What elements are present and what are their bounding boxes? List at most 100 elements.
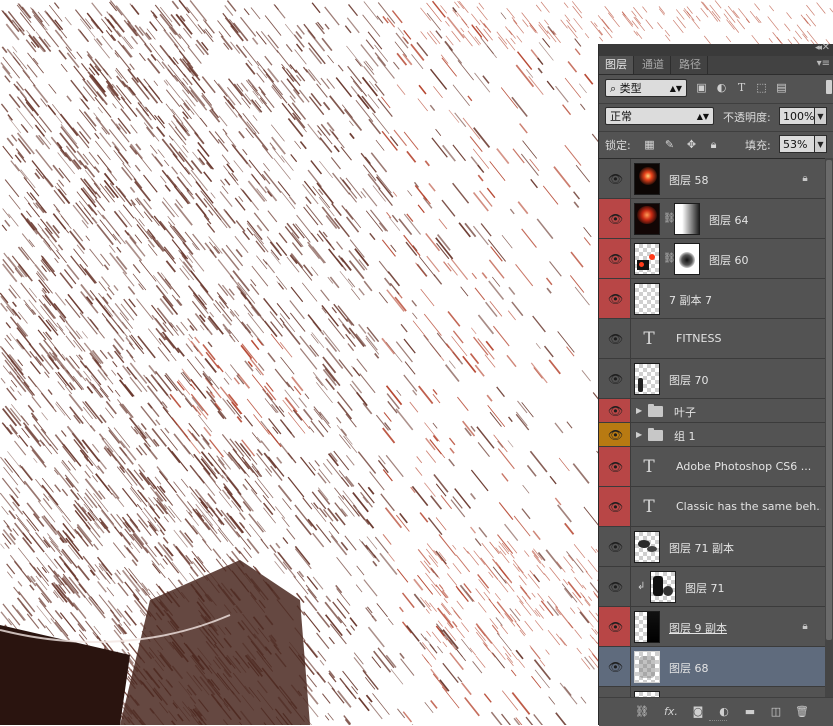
tab-channels[interactable]: 通道	[636, 56, 671, 74]
fill-input[interactable]: 53%	[779, 135, 815, 153]
new-layer-icon[interactable]: ◫	[769, 705, 783, 719]
blend-row: 正常 ▲▼ 不透明度: 100% ▼	[599, 103, 833, 130]
layer-name[interactable]: 叶子	[674, 404, 696, 420]
visibility-toggle[interactable]: 👁︎	[599, 567, 631, 606]
layer-row[interactable]: 👁︎ ↲ 图层 71	[599, 567, 825, 607]
eye-icon: 👁︎	[608, 620, 622, 634]
lock-paint-icon[interactable]: ✎	[663, 138, 676, 151]
image-filter-icon[interactable]: ▣	[695, 82, 708, 94]
layer-name[interactable]: 图层 70	[669, 372, 709, 388]
fill-dropdown-icon[interactable]: ▼	[815, 135, 827, 153]
dark-wedge-shape	[120, 560, 310, 725]
layer-row[interactable]: 👁︎ ⛓︎ 图层 60	[599, 239, 825, 279]
blend-mode-value: 正常	[610, 110, 632, 123]
eye-icon: 👁︎	[608, 172, 622, 186]
layer-row[interactable]: 👁︎ ⛓︎ 图层 64	[599, 199, 825, 239]
visibility-toggle[interactable]: 👁︎	[599, 423, 631, 446]
filter-row: ⌕ 类型 ▲▼ ▣ ◐ T ⬚ ▤	[599, 75, 833, 101]
layer-name[interactable]: Adobe Photoshop CS6 ...	[676, 460, 821, 473]
folder-icon	[648, 430, 663, 441]
visibility-toggle[interactable]: 👁︎	[599, 279, 631, 318]
layer-name[interactable]: 图层 58	[669, 172, 709, 188]
delete-layer-icon[interactable]: 🗑︎	[795, 705, 809, 719]
layer-name[interactable]: 图层 9 副本	[669, 620, 727, 636]
layer-row[interactable]: 👁︎ 7 副本 7	[599, 279, 825, 319]
layer-thumbnail	[634, 283, 660, 315]
layer-mask-thumbnail[interactable]	[674, 203, 700, 235]
visibility-toggle[interactable]: 👁︎	[599, 199, 631, 238]
visibility-toggle[interactable]: 👁︎	[599, 647, 631, 686]
smart-object-filter-icon[interactable]: ▤	[775, 82, 788, 94]
layer-list-scrollbar[interactable]	[825, 158, 833, 697]
layer-group-row[interactable]: 👁︎ ▶ 叶子	[599, 399, 825, 423]
blend-mode-select[interactable]: 正常 ▲▼	[605, 107, 714, 125]
add-mask-icon[interactable]: ◙	[691, 705, 705, 719]
adjustment-filter-icon[interactable]: ◐	[715, 82, 728, 94]
expand-group-icon[interactable]: ▶	[636, 406, 644, 416]
tab-paths[interactable]: 路径	[673, 56, 708, 74]
layer-row[interactable]: 👁︎ 图层 68	[599, 647, 825, 687]
visibility-toggle[interactable]: 👁︎	[599, 159, 631, 198]
layer-row[interactable]: 👁︎ 图层 58 🔒︎	[599, 159, 825, 199]
panel-resize-grip[interactable]	[709, 720, 727, 724]
visibility-toggle[interactable]: 👁︎	[599, 319, 631, 358]
layer-name[interactable]: 图层 68	[669, 660, 709, 676]
layer-thumbnail	[634, 203, 660, 235]
lock-all-icon[interactable]: 🔒︎	[707, 138, 720, 151]
lock-transparent-icon[interactable]: ▦	[643, 138, 656, 151]
scrollbar-thumb[interactable]	[826, 160, 832, 640]
layer-row[interactable]: 👁︎ 图层 70	[599, 359, 825, 399]
new-group-icon[interactable]: ▬	[743, 705, 757, 719]
collapse-panel-icon[interactable]: ◂◂	[815, 43, 820, 53]
visibility-toggle[interactable]: 👁︎	[599, 487, 631, 526]
link-icon[interactable]: ⛓︎	[663, 252, 671, 266]
layer-name[interactable]: 图层 71	[685, 580, 725, 596]
layer-group-row[interactable]: 👁︎ ▶ 组 1	[599, 423, 825, 447]
fill-label: 填充:	[745, 137, 771, 153]
close-panel-icon[interactable]: ✕	[822, 42, 830, 53]
visibility-toggle[interactable]: 👁︎	[599, 527, 631, 566]
lock-position-icon[interactable]: ✥	[685, 138, 698, 151]
visibility-toggle[interactable]: 👁︎	[599, 239, 631, 278]
eye-icon: 👁︎	[608, 372, 622, 386]
layer-name[interactable]: 图层 64	[709, 212, 749, 228]
opacity-input[interactable]: 100%	[779, 107, 815, 125]
eye-icon: 👁︎	[608, 660, 622, 674]
layer-row[interactable]: 👁︎ T Classic has the same beh...	[599, 487, 825, 527]
filter-kind-select[interactable]: ⌕ 类型 ▲▼	[605, 79, 687, 97]
layer-name[interactable]: Classic has the same beh...	[676, 500, 821, 513]
eye-icon: 👁︎	[608, 252, 622, 266]
eye-icon: 👁︎	[608, 292, 622, 306]
visibility-toggle[interactable]: 👁︎	[599, 359, 631, 398]
adjustment-layer-icon[interactable]: ◐	[717, 705, 731, 719]
layer-row[interactable]: 👁︎ 图层 9 副本 🔒︎	[599, 607, 825, 647]
eye-icon: 👁︎	[608, 540, 622, 554]
panel-menu-icon[interactable]: ▾≡	[817, 58, 830, 69]
tab-layers[interactable]: 图层	[599, 56, 634, 74]
visibility-toggle[interactable]: 👁︎	[599, 607, 631, 646]
layer-row[interactable]: 👁︎ 图层 71 副本	[599, 527, 825, 567]
chevron-down-icon: ▲▼	[670, 80, 682, 98]
filter-toggle-switch[interactable]	[826, 80, 832, 94]
link-icon[interactable]: ⛓︎	[663, 212, 671, 226]
layer-row[interactable]: 👁︎ T Adobe Photoshop CS6 ...	[599, 447, 825, 487]
eye-icon: 👁︎	[608, 460, 622, 474]
layer-name[interactable]: FITNESS	[676, 332, 721, 345]
visibility-toggle[interactable]: 👁︎	[599, 399, 631, 422]
type-filter-icon[interactable]: T	[735, 82, 748, 94]
link-layers-icon[interactable]: ⛓︎	[635, 705, 649, 719]
layer-row[interactable]: 👁︎ T FITNESS	[599, 319, 825, 359]
fx-icon[interactable]: fx.	[661, 705, 681, 719]
layer-mask-thumbnail[interactable]	[674, 243, 700, 275]
lock-row: 锁定: ▦ ✎ ✥ 🔒︎ 填充: 53% ▼	[599, 131, 833, 158]
layer-name[interactable]: 7 副本 7	[669, 292, 712, 308]
shape-filter-icon[interactable]: ⬚	[755, 82, 768, 94]
expand-group-icon[interactable]: ▶	[636, 430, 644, 440]
layer-name[interactable]: 组 1	[674, 428, 696, 444]
eye-icon: 👁︎	[608, 580, 622, 594]
chevron-down-icon: ▲▼	[697, 108, 709, 126]
visibility-toggle[interactable]: 👁︎	[599, 447, 631, 486]
layer-name[interactable]: 图层 60	[709, 252, 749, 268]
opacity-dropdown-icon[interactable]: ▼	[815, 107, 827, 125]
layer-name[interactable]: 图层 71 副本	[669, 540, 734, 556]
